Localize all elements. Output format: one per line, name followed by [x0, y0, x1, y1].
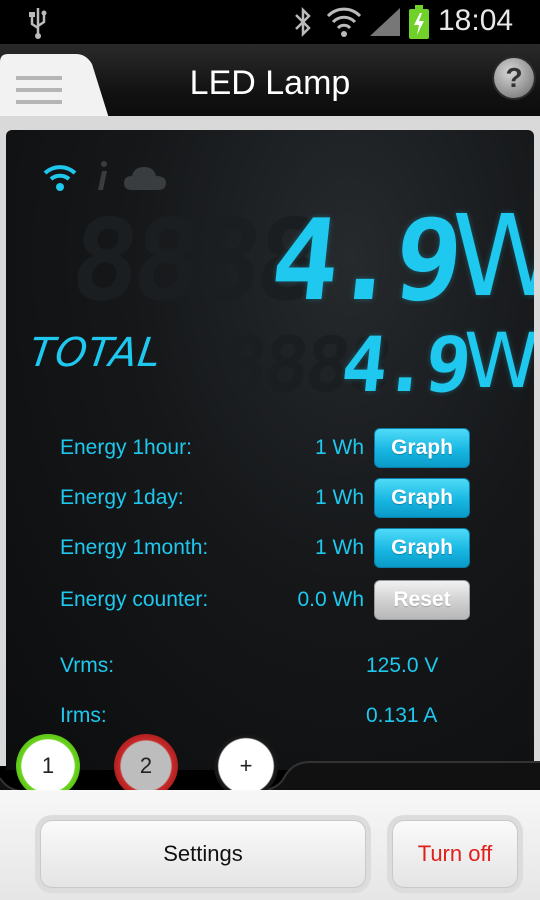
bottom-bar: Settings Turn off: [0, 790, 540, 900]
meter-panel: 8888 4.9 W TOTAL 8888 4.9 W Energy 1hour…: [6, 130, 534, 770]
graph-1month-button[interactable]: Graph: [374, 528, 470, 568]
energy-row-1day: Energy 1day: 1 Wh Graph: [6, 478, 534, 522]
page-title: LED Lamp: [189, 64, 351, 102]
vrms-row: Vrms: 125.0 V: [6, 650, 534, 686]
total-label: TOTAL: [26, 330, 165, 376]
energy-label: Energy 1day:: [60, 486, 184, 509]
energy-label: Energy 1month:: [60, 536, 209, 559]
energy-label: Energy counter:: [60, 588, 209, 611]
total-unit: W: [464, 316, 534, 405]
energy-value: 0.0 Wh: [297, 588, 364, 611]
graph-1day-button[interactable]: Graph: [374, 478, 470, 518]
signal-icon: [370, 8, 400, 36]
irms-value: 0.131 A: [366, 704, 438, 727]
settings-button[interactable]: Settings: [40, 820, 366, 888]
device-tab-2[interactable]: 2: [114, 734, 178, 798]
info-icon: [98, 161, 107, 190]
connection-icons: [42, 158, 182, 194]
power-value: 4.9: [265, 196, 464, 326]
help-button[interactable]: ?: [494, 58, 534, 98]
reset-counter-button[interactable]: Reset: [374, 580, 470, 620]
bluetooth-icon: [295, 6, 311, 38]
wifi-icon: [326, 7, 362, 37]
graph-1hour-button[interactable]: Graph: [374, 428, 470, 468]
energy-value: 1 Wh: [314, 536, 364, 559]
status-clock: 18:04: [438, 4, 514, 37]
power-unit: W: [452, 192, 534, 322]
energy-value: 1 Wh: [314, 486, 364, 509]
energy-label: Energy 1hour:: [60, 436, 192, 459]
usb-icon: [29, 8, 47, 39]
energy-row-1month: Energy 1month: 1 Wh Graph: [6, 528, 534, 572]
energy-row-1hour: Energy 1hour: 1 Wh Graph: [6, 428, 534, 472]
irms-label: Irms:: [60, 704, 107, 727]
add-device-button[interactable]: +: [214, 734, 278, 798]
add-icon: +: [239, 753, 253, 778]
status-bar: 18:04: [0, 0, 540, 44]
battery-charging-icon: [409, 5, 429, 39]
device-tab-1[interactable]: 1: [16, 734, 80, 798]
irms-row: Irms: 0.131 A: [6, 700, 534, 736]
turn-off-button[interactable]: Turn off: [392, 820, 518, 888]
vrms-value: 125.0 V: [366, 654, 439, 677]
cloud-icon: [124, 167, 166, 190]
device-tab-label: 1: [41, 753, 55, 778]
energy-row-counter: Energy counter: 0.0 Wh Reset: [6, 580, 534, 624]
wifi-icon: [43, 165, 77, 191]
device-tab-label: 2: [139, 753, 153, 778]
energy-value: 1 Wh: [314, 436, 364, 459]
vrms-label: Vrms:: [60, 654, 115, 677]
total-value: 4.9: [337, 320, 472, 409]
